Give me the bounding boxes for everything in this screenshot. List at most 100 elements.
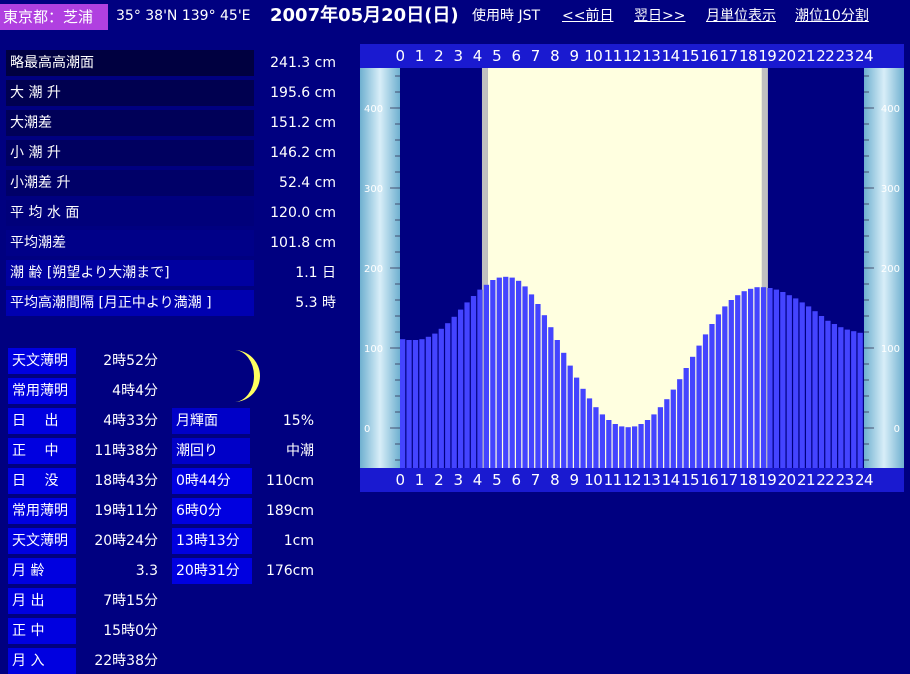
tide-bar: [670, 389, 676, 468]
tide-bar: [760, 287, 767, 468]
hour-label-bottom: 0: [395, 471, 404, 489]
hour-label-top: 6: [511, 47, 520, 65]
stat-row: 略最高高潮面 241.3 cm: [6, 50, 336, 76]
hour-label-bottom: 22: [816, 471, 834, 489]
y-tick-label: 200: [364, 264, 383, 275]
stat-label: 潮 齢 [朔望より大潮まで]: [6, 260, 254, 286]
tide-bar: [767, 288, 773, 468]
hour-label-top: 21: [797, 47, 815, 65]
stat-label: 大 潮 升: [6, 80, 254, 106]
next-day-link[interactable]: 翌日>>: [634, 6, 685, 26]
tide-bar: [857, 332, 863, 468]
moon-info-label: 月輝面: [172, 408, 250, 434]
hour-label-top: 15: [681, 47, 699, 65]
tide-bar: [509, 277, 515, 468]
sun-moon-label: 天文薄明: [8, 348, 76, 374]
hour-label-top: 18: [739, 47, 757, 65]
stat-row: 大 潮 升 195.6 cm: [6, 80, 336, 106]
hour-label-bottom: 12: [623, 471, 641, 489]
tide-bar: [696, 345, 702, 468]
y-tick-label: 400: [364, 104, 383, 115]
tide-time: 13時13分: [172, 528, 252, 554]
sun-moon-label: 正 中: [8, 618, 76, 644]
header: 東京都：芝浦 35° 38'N 139° 45'E 2007年05月20日(日)…: [0, 0, 910, 34]
tide-bar: [406, 340, 412, 468]
tide-bar: [451, 316, 457, 468]
sun-moon-value: 4時33分: [103, 413, 158, 429]
hour-label-top: 8: [550, 47, 559, 65]
tide-bar: [741, 291, 747, 468]
sun-moon-value: 4時4分: [112, 383, 158, 399]
tide-bar: [728, 300, 734, 468]
sun-moon-label: 日 出: [8, 408, 76, 434]
tide-bar: [574, 377, 580, 468]
tide-bar: [722, 306, 728, 468]
stat-row: 小潮差 升 52.4 cm: [6, 170, 336, 196]
sun-moon-label: 月 齢: [8, 558, 76, 584]
hour-label-top: 19: [758, 47, 776, 65]
hour-label-top: 14: [662, 47, 680, 65]
stat-label: 平 均 水 面: [6, 200, 254, 226]
tide-bar: [606, 420, 612, 468]
tide-bar: [535, 304, 541, 468]
tide-bar: [651, 414, 657, 468]
tide-bar: [567, 365, 573, 468]
hour-label-bottom: 6: [511, 471, 520, 489]
stat-row: 平均潮差 101.8 cm: [6, 230, 336, 256]
stat-label: 小潮差 升: [6, 170, 254, 196]
hour-label-bottom: 16: [700, 471, 718, 489]
tide-bar: [818, 316, 825, 468]
hour-label-bottom: 4: [473, 471, 482, 489]
sun-moon-value: 18時43分: [94, 473, 158, 489]
moon-info-value: 15%: [282, 413, 314, 429]
monthly-view-link[interactable]: 月単位表示: [706, 6, 776, 26]
tide-bar: [638, 424, 644, 468]
sun-moon-value: 22時38分: [94, 653, 158, 669]
hour-label-top: 7: [531, 47, 540, 65]
stat-value: 241.3 cm: [270, 55, 336, 71]
hour-label-bottom: 13: [642, 471, 660, 489]
stat-label: 大潮差: [6, 110, 254, 136]
sun-moon-label: 日 没: [8, 468, 76, 494]
tide-bar: [586, 398, 593, 468]
prev-day-link[interactable]: <<前日: [562, 6, 613, 26]
stat-value: 52.4 cm: [279, 175, 336, 191]
tide-bar: [754, 287, 760, 468]
tide-bar: [625, 427, 631, 468]
tide-bar: [425, 336, 432, 468]
hour-label-top: 20: [778, 47, 796, 65]
hour-label-bottom: 1: [415, 471, 424, 489]
hour-label-top: 3: [453, 47, 462, 65]
tide-bar: [561, 352, 567, 468]
hour-label-top: 9: [569, 47, 578, 65]
stat-row: 潮 齢 [朔望より大潮まで] 1.1 日: [6, 260, 336, 286]
tide-bar: [419, 339, 425, 468]
stat-value: 120.0 cm: [270, 205, 336, 221]
tide-bar: [709, 324, 715, 468]
tide-bar: [851, 331, 857, 468]
sun-moon-value: 20時24分: [94, 533, 158, 549]
stat-value: 101.8 cm: [270, 235, 336, 251]
tide-bar: [445, 323, 451, 468]
hour-label-bottom: 2: [434, 471, 443, 489]
stat-label: 小 潮 升: [6, 140, 254, 166]
tide-bar: [599, 414, 606, 468]
tide-bar: [773, 289, 780, 468]
tide-level: 189cm: [265, 503, 314, 519]
tide-10-split-link[interactable]: 潮位10分割: [795, 6, 869, 26]
tide-bar: [644, 420, 651, 468]
stat-value: 146.2 cm: [270, 145, 336, 161]
hour-label-bottom: 8: [550, 471, 559, 489]
tide-bar: [548, 327, 554, 468]
tide-bar: [458, 309, 464, 468]
y-tick-label: 200: [881, 264, 900, 275]
hour-label-top: 12: [623, 47, 641, 65]
hour-label-top: 23: [836, 47, 854, 65]
tide-bar: [593, 407, 599, 468]
hour-label-bottom: 19: [758, 471, 776, 489]
y-tick-label: 100: [881, 344, 900, 355]
tide-bar: [412, 340, 419, 468]
y-tick-label: 100: [364, 344, 383, 355]
y-tick-label: 300: [364, 184, 383, 195]
sun-moon-label: 月 出: [8, 588, 76, 614]
